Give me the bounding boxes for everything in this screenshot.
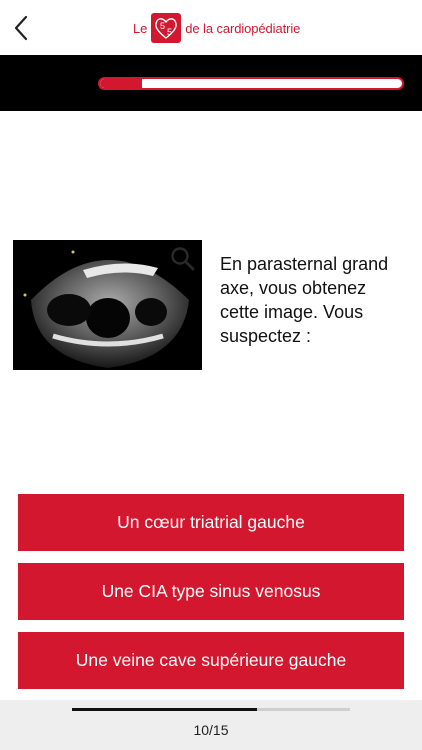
answer-button-2[interactable]: Une CIA type sinus venosus — [18, 563, 404, 620]
logo-number-a: 5 — [160, 21, 165, 31]
progress-band — [0, 55, 422, 111]
question-progress-track — [72, 708, 350, 711]
back-button[interactable] — [10, 14, 32, 42]
app-logo: Le 5 5 de la cardiopédiatrie — [133, 13, 300, 43]
quiz-progress-bar — [98, 77, 404, 90]
logo-suffix: de la cardiopédiatrie — [185, 20, 301, 36]
quiz-progress-fill — [100, 79, 143, 88]
answer-button-1[interactable]: Un cœur triatrial gauche — [18, 494, 404, 551]
heart-logo-icon: 5 5 — [151, 13, 182, 43]
answer-button-3[interactable]: Une veine cave supérieure gauche — [18, 632, 404, 689]
app-header: Le 5 5 de la cardiopédiatrie — [0, 0, 422, 55]
question-text: En parasternal grand axe, vous obtenez c… — [220, 254, 389, 346]
chevron-left-icon — [14, 15, 28, 41]
logo-number-b: 5 — [167, 27, 172, 37]
echocardiogram-image[interactable] — [13, 240, 202, 370]
search-icon[interactable] — [170, 246, 196, 272]
question-progress-fill — [72, 708, 258, 711]
quiz-footer: 10/15 — [0, 700, 422, 750]
question-counter: 10/15 — [193, 722, 229, 738]
logo-prefix: Le — [133, 20, 148, 36]
